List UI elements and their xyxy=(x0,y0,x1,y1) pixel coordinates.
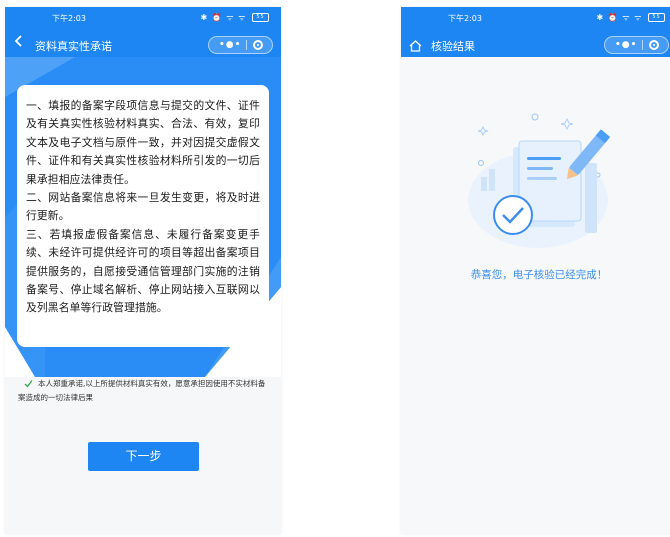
document-checked-icon xyxy=(468,113,611,248)
checkmark-icon[interactable] xyxy=(24,379,33,388)
mini-program-capsule: •●• xyxy=(208,36,273,54)
status-signal-icons: ✱ ⏰ ᯤ ᯤ xyxy=(200,13,247,22)
back-button[interactable] xyxy=(14,35,22,51)
result-screen: 下午2:03 ✱ ⏰ ᯤ ᯤ 55 核验结果 •●• 恭喜您，电子核验已经完成！ xyxy=(401,7,670,534)
status-time: 下午2:03 xyxy=(52,14,86,23)
battery-icon: 55 xyxy=(648,13,665,22)
commitment-screen: 下午2:03 ✱ ⏰ ᯤ ᯤ 55 资料真实性承诺 •●• 一、填报的备案字段项… xyxy=(5,7,281,534)
mini-program-capsule: •●• xyxy=(604,36,669,54)
success-message: 恭喜您，电子核验已经完成！ xyxy=(470,269,608,281)
status-icons: ✱ ⏰ ᯤ ᯤ 55 xyxy=(597,12,665,23)
top-bar: 下午2:03 ✱ ⏰ ᯤ ᯤ 55 资料真实性承诺 •●• xyxy=(5,7,281,57)
more-menu-button[interactable]: •●• xyxy=(615,40,637,50)
status-signal-icons: ✱ ⏰ ᯤ ᯤ xyxy=(596,13,643,22)
status-bar: 下午2:03 ✱ ⏰ ᯤ ᯤ 55 xyxy=(401,7,670,27)
top-bar: 下午2:03 ✱ ⏰ ᯤ ᯤ 55 核验结果 •●• xyxy=(401,7,670,57)
battery-icon: 55 xyxy=(252,13,269,22)
page-title: 资料真实性承诺 xyxy=(35,40,112,53)
chevron-left-icon xyxy=(14,35,22,47)
agreement-row[interactable]: 本人郑重承诺,以上所提供材料真实有效，愿意承担因使用不实材料备案造成的一切法律后… xyxy=(18,377,272,405)
navigation-bar: 核验结果 •●• xyxy=(401,32,670,57)
commitment-paragraph-2: 二、网站备案信息将来一旦发生变更，将及时进行更新。 xyxy=(26,191,260,223)
agreement-text: 本人郑重承诺,以上所提供材料真实有效，愿意承担因使用不实材料备案造成的一切法律后… xyxy=(18,379,266,402)
more-menu-button[interactable]: •●• xyxy=(219,40,241,50)
status-bar: 下午2:03 ✱ ⏰ ᯤ ᯤ 55 xyxy=(5,7,281,27)
home-icon xyxy=(409,40,422,52)
close-mini-program-button[interactable] xyxy=(649,40,659,50)
commitment-paragraph-1: 一、填报的备案字段项信息与提交的文件、证件及有关真实性核验材料真实、合法、有效，… xyxy=(26,99,260,186)
home-button[interactable] xyxy=(409,37,422,56)
page-title: 核验结果 xyxy=(431,40,475,53)
status-icons: ✱ ⏰ ᯤ ᯤ 55 xyxy=(201,12,269,23)
capsule-divider xyxy=(642,40,643,50)
status-time: 下午2:03 xyxy=(448,14,482,23)
capsule-divider xyxy=(246,40,247,50)
close-mini-program-button[interactable] xyxy=(253,40,263,50)
next-step-button[interactable]: 下一步 xyxy=(88,442,199,471)
navigation-bar: 资料真实性承诺 •●• xyxy=(5,32,281,57)
commitment-paragraph-3: 三、若填报虚假备案信息、未履行备案变更手续、未经许可提供经许可的项目等超出备案项… xyxy=(26,227,260,315)
commitment-card: 一、填报的备案字段项信息与提交的文件、证件及有关真实性核验材料真实、合法、有效，… xyxy=(17,85,269,347)
